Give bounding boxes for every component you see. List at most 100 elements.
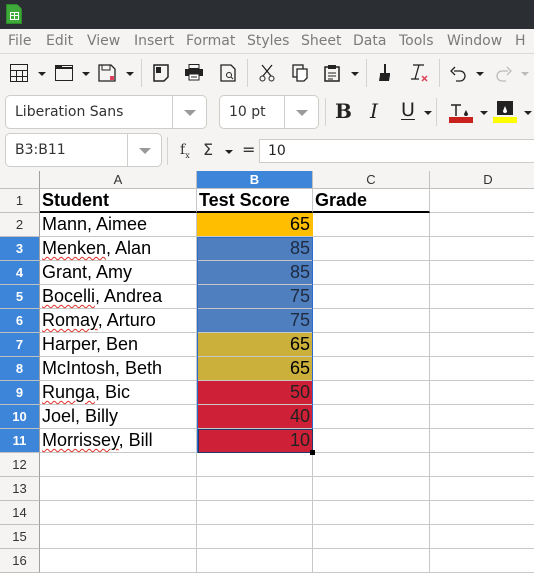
row-header-8[interactable]: 8 bbox=[0, 357, 40, 381]
font-color-icon[interactable] bbox=[449, 103, 473, 123]
cell-a10[interactable]: Joel, Billy bbox=[40, 405, 197, 429]
cell-d10[interactable] bbox=[430, 405, 534, 429]
row-header-10[interactable]: 10 bbox=[0, 405, 40, 429]
cell-a11[interactable]: Morrissey, Bill bbox=[40, 429, 197, 453]
cell-a7[interactable]: Harper, Ben bbox=[40, 333, 197, 357]
cell-a13[interactable] bbox=[40, 477, 197, 501]
cell-d3[interactable] bbox=[430, 237, 534, 261]
copy-icon[interactable] bbox=[292, 64, 308, 82]
bold-button[interactable]: B bbox=[335, 99, 352, 123]
menu-sheet[interactable]: Sheet bbox=[301, 33, 341, 49]
cell-b11[interactable]: 10 bbox=[197, 429, 313, 453]
cell-c8[interactable] bbox=[313, 357, 430, 381]
cell-a5[interactable]: Bocelli, Andrea bbox=[40, 285, 197, 309]
row-header-6[interactable]: 6 bbox=[0, 309, 40, 333]
undo-icon[interactable] bbox=[450, 65, 466, 82]
cell-c10[interactable] bbox=[313, 405, 430, 429]
cell-b6[interactable]: 75 bbox=[197, 309, 313, 333]
cell-d6[interactable] bbox=[430, 309, 534, 333]
clear-formatting-icon[interactable] bbox=[410, 64, 428, 82]
cell-b9[interactable]: 50 bbox=[197, 381, 313, 405]
undo-dropdown[interactable] bbox=[476, 72, 484, 76]
paste-icon[interactable] bbox=[324, 64, 340, 82]
row-header-9[interactable]: 9 bbox=[0, 381, 40, 405]
sum-dropdown[interactable] bbox=[225, 150, 233, 154]
insert-table-icon[interactable] bbox=[10, 64, 28, 82]
cell-a3[interactable]: Menken, Alan bbox=[40, 237, 197, 261]
font-name-box[interactable]: Liberation Sans bbox=[5, 95, 207, 129]
cell-a12[interactable] bbox=[40, 453, 197, 477]
insert-table-dropdown[interactable] bbox=[38, 72, 46, 76]
font-name-dropdown-button[interactable] bbox=[172, 96, 206, 128]
paste-dropdown[interactable] bbox=[351, 72, 359, 76]
print-icon[interactable] bbox=[185, 64, 203, 81]
cell-c2[interactable] bbox=[313, 213, 430, 237]
clone-formatting-icon[interactable] bbox=[377, 64, 393, 82]
row-header-12[interactable]: 12 bbox=[0, 453, 40, 477]
menu-edit[interactable]: Edit bbox=[46, 33, 73, 49]
row-header-3[interactable]: 3 bbox=[0, 237, 40, 261]
fill-handle[interactable] bbox=[310, 450, 315, 455]
menu-tools[interactable]: Tools bbox=[399, 33, 434, 49]
cell-b1[interactable]: Test Score bbox=[197, 189, 313, 213]
highlight-color-icon[interactable] bbox=[493, 101, 517, 123]
cell-c5[interactable] bbox=[313, 285, 430, 309]
cell-b16[interactable] bbox=[197, 549, 313, 573]
cell-c9[interactable] bbox=[313, 381, 430, 405]
cell-c4[interactable] bbox=[313, 261, 430, 285]
cell-d16[interactable] bbox=[430, 549, 534, 573]
cell-d14[interactable] bbox=[430, 501, 534, 525]
print-preview-icon[interactable] bbox=[220, 64, 236, 82]
function-wizard-icon[interactable]: fx bbox=[180, 142, 190, 160]
cell-b3[interactable]: 85 bbox=[197, 237, 313, 261]
redo-icon[interactable] bbox=[496, 65, 512, 82]
menu-styles[interactable]: Styles bbox=[247, 33, 289, 49]
row-header-15[interactable]: 15 bbox=[0, 525, 40, 549]
select-all-corner[interactable] bbox=[0, 171, 40, 189]
cell-d12[interactable] bbox=[430, 453, 534, 477]
cell-a15[interactable] bbox=[40, 525, 197, 549]
underline-button[interactable]: U bbox=[401, 99, 415, 121]
font-color-dropdown[interactable] bbox=[480, 111, 488, 115]
row-header-14[interactable]: 14 bbox=[0, 501, 40, 525]
cell-d9[interactable] bbox=[430, 381, 534, 405]
column-header-a[interactable]: A bbox=[40, 171, 197, 189]
cell-b8[interactable]: 65 bbox=[197, 357, 313, 381]
menu-window[interactable]: Window bbox=[447, 33, 502, 49]
sum-icon[interactable]: Σ bbox=[203, 140, 213, 159]
cell-c6[interactable] bbox=[313, 309, 430, 333]
cell-c13[interactable] bbox=[313, 477, 430, 501]
cell-d13[interactable] bbox=[430, 477, 534, 501]
italic-button[interactable]: I bbox=[370, 99, 378, 123]
cell-d1[interactable] bbox=[430, 189, 534, 213]
row-header-5[interactable]: 5 bbox=[0, 285, 40, 309]
row-header-11[interactable]: 11 bbox=[0, 429, 40, 453]
cell-c16[interactable] bbox=[313, 549, 430, 573]
row-header-13[interactable]: 13 bbox=[0, 477, 40, 501]
cell-c1[interactable]: Grade bbox=[313, 189, 430, 213]
save-icon[interactable] bbox=[98, 64, 116, 82]
cell-d5[interactable] bbox=[430, 285, 534, 309]
formula-input[interactable]: 10 bbox=[259, 139, 534, 163]
font-size-dropdown-button[interactable] bbox=[284, 96, 318, 128]
menu-file[interactable]: File bbox=[8, 33, 31, 49]
menu-insert[interactable]: Insert bbox=[134, 33, 174, 49]
cell-b4[interactable]: 85 bbox=[197, 261, 313, 285]
menu-view[interactable]: View bbox=[87, 33, 120, 49]
cell-b2[interactable]: 65 bbox=[197, 213, 313, 237]
cell-d7[interactable] bbox=[430, 333, 534, 357]
column-header-c[interactable]: C bbox=[313, 171, 430, 189]
column-header-d[interactable]: D bbox=[430, 171, 534, 189]
cell-d8[interactable] bbox=[430, 357, 534, 381]
cell-b12[interactable] bbox=[197, 453, 313, 477]
row-header-16[interactable]: 16 bbox=[0, 549, 40, 573]
row-header-2[interactable]: 2 bbox=[0, 213, 40, 237]
font-size-box[interactable]: 10 pt bbox=[219, 95, 319, 129]
cell-c15[interactable] bbox=[313, 525, 430, 549]
cell-c3[interactable] bbox=[313, 237, 430, 261]
cell-a9[interactable]: Runga, Bic bbox=[40, 381, 197, 405]
cell-a8[interactable]: McIntosh, Beth bbox=[40, 357, 197, 381]
cut-icon[interactable] bbox=[259, 64, 275, 82]
cell-b7[interactable]: 65 bbox=[197, 333, 313, 357]
menu-data[interactable]: Data bbox=[353, 33, 386, 49]
